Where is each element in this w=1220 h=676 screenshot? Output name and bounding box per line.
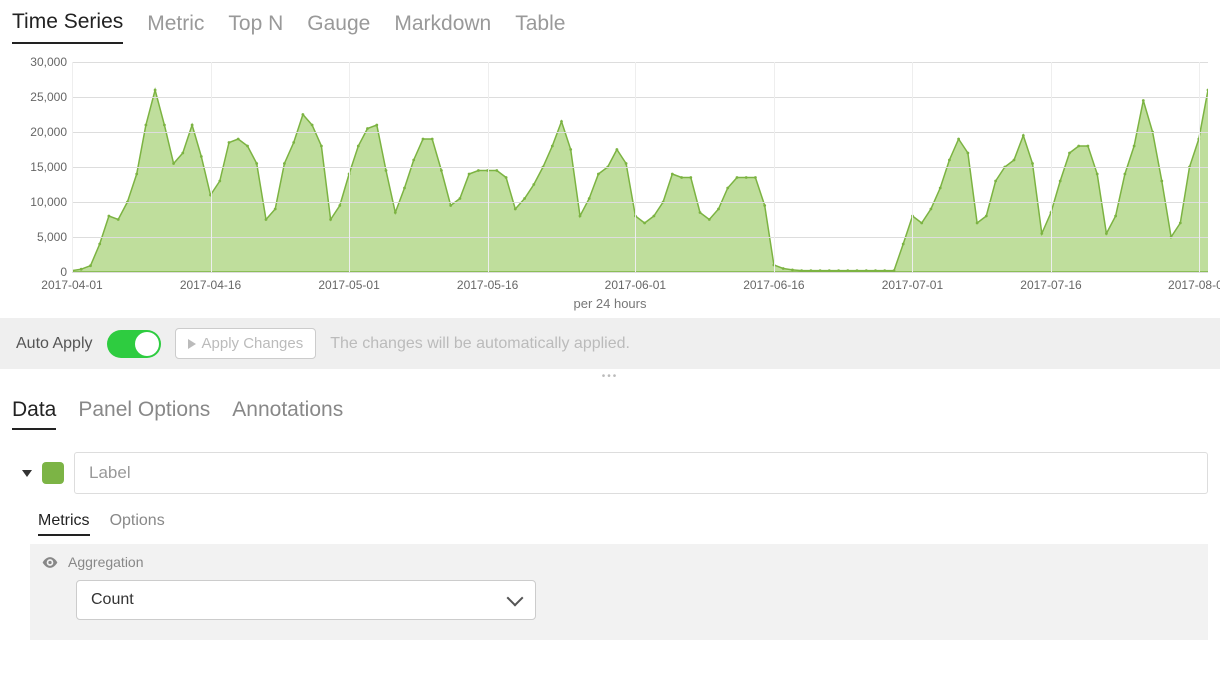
auto-apply-message: The changes will be automatically applie…: [330, 335, 630, 353]
series-label-input[interactable]: [74, 452, 1208, 494]
aggregation-select[interactable]: Count: [76, 580, 536, 620]
series-color-swatch[interactable]: [42, 462, 64, 484]
tab-markdown[interactable]: Markdown: [394, 12, 491, 44]
tab-data[interactable]: Data: [12, 398, 56, 430]
x-axis-tick: 2017-07-01: [882, 278, 943, 292]
y-axis-tick: 10,000: [12, 195, 67, 209]
tab-metric[interactable]: Metric: [147, 12, 204, 44]
subtab-options[interactable]: Options: [110, 512, 165, 536]
x-axis-tick: 2017-07-16: [1020, 278, 1081, 292]
series-subtabs: Metrics Options: [0, 494, 1220, 536]
collapse-toggle-icon[interactable]: [22, 470, 32, 477]
x-axis-tick: 2017-06-01: [605, 278, 666, 292]
panel-resize-handle[interactable]: •••: [0, 369, 1220, 384]
tab-gauge[interactable]: Gauge: [307, 12, 370, 44]
y-axis-tick: 30,000: [12, 55, 67, 69]
apply-changes-label: Apply Changes: [202, 335, 304, 352]
tab-table[interactable]: Table: [515, 12, 565, 44]
y-axis-tick: 25,000: [12, 90, 67, 104]
x-axis-tick: 2017-05-01: [318, 278, 379, 292]
eye-icon[interactable]: [42, 557, 58, 568]
tab-annotations[interactable]: Annotations: [232, 398, 343, 430]
aggregation-title: Aggregation: [68, 554, 144, 570]
subtab-metrics[interactable]: Metrics: [38, 512, 90, 536]
config-tabs: Data Panel Options Annotations: [0, 384, 1220, 430]
x-axis-tick: 2017-04-01: [41, 278, 102, 292]
apply-changes-button[interactable]: Apply Changes: [175, 328, 317, 359]
aggregation-selected-value: Count: [91, 591, 134, 609]
x-axis-tick: 2017-04-16: [180, 278, 241, 292]
x-axis-tick: 2017-06-16: [743, 278, 804, 292]
play-icon: [188, 339, 196, 349]
y-axis-tick: 5,000: [12, 230, 67, 244]
chart-plot-area[interactable]: [72, 62, 1208, 272]
y-axis-tick: 20,000: [12, 125, 67, 139]
chevron-down-icon: [507, 590, 524, 607]
viz-type-tabs: Time Series Metric Top N Gauge Markdown …: [0, 0, 1220, 44]
x-axis-tick: 2017-05-16: [457, 278, 518, 292]
y-axis-tick: 0: [12, 265, 67, 279]
series-row: [0, 430, 1220, 494]
time-series-chart: 0 5,000 10,000 15,000 20,000 25,000 30,000 201…: [12, 52, 1208, 312]
y-axis-tick: 15,000: [12, 160, 67, 174]
tab-panel-options[interactable]: Panel Options: [78, 398, 210, 430]
x-axis-tick: 2017-08-01: [1168, 278, 1220, 292]
auto-apply-label: Auto Apply: [16, 335, 93, 353]
aggregation-panel: Aggregation Count: [30, 544, 1208, 640]
auto-apply-toggle[interactable]: [107, 330, 161, 358]
auto-apply-bar: Auto Apply Apply Changes The changes wil…: [0, 318, 1220, 369]
tab-top-n[interactable]: Top N: [228, 12, 283, 44]
tab-time-series[interactable]: Time Series: [12, 10, 123, 44]
chart-x-axis-label: per 24 hours: [12, 296, 1208, 311]
